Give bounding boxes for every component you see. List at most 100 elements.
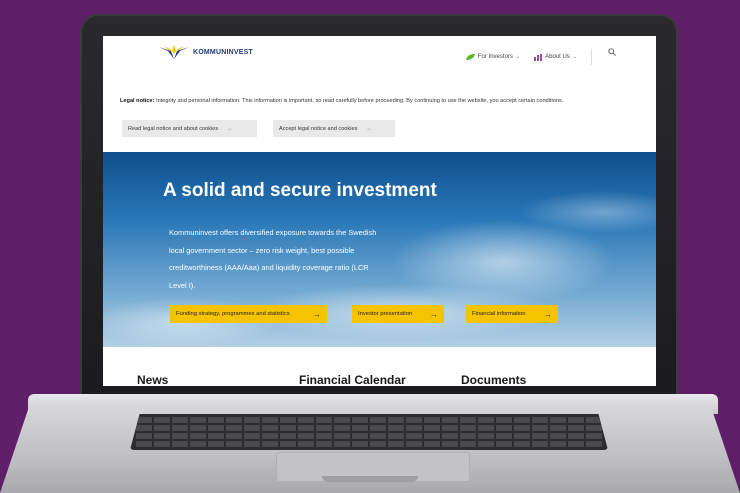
keyboard-key bbox=[190, 441, 206, 447]
hero-title: A solid and secure investment bbox=[163, 180, 437, 201]
keyboard-key bbox=[496, 433, 512, 439]
keyboard-key bbox=[370, 433, 386, 439]
leaf-icon bbox=[465, 54, 475, 60]
hero-description: Kommuninvest offers diversified exposure… bbox=[169, 228, 377, 290]
keyboard-key bbox=[370, 417, 386, 423]
keyboard-key bbox=[442, 441, 458, 447]
arrow-right-icon: → bbox=[226, 125, 233, 132]
keyboard-key bbox=[496, 417, 512, 423]
keyboard-key bbox=[550, 425, 566, 431]
keyboard-key bbox=[280, 417, 296, 423]
nav-label-about-us: About Us bbox=[545, 54, 570, 60]
keyboard-key bbox=[334, 433, 350, 439]
keyboard-key bbox=[532, 425, 548, 431]
investor-presentation-label: Investor presentation bbox=[358, 311, 413, 317]
content-sections: News Financial Calendar Documents bbox=[103, 347, 656, 386]
keyboard-key bbox=[352, 441, 368, 447]
nav-divider bbox=[591, 49, 592, 65]
keyboard-key bbox=[478, 425, 494, 431]
financial-information-label: Financial information bbox=[472, 311, 526, 317]
keyboard-key bbox=[244, 433, 260, 439]
logo-text: KOMMUNINVEST bbox=[193, 48, 253, 56]
keyboard-key bbox=[262, 433, 278, 439]
keyboard-key bbox=[136, 425, 152, 431]
legal-notice-text: Integrity and personal information. This… bbox=[156, 98, 564, 104]
keyboard-key bbox=[352, 433, 368, 439]
keyboard-key bbox=[424, 441, 440, 447]
keyboard-key bbox=[316, 441, 332, 447]
keyboard-key bbox=[370, 425, 386, 431]
search-icon[interactable] bbox=[608, 48, 616, 56]
hero-banner: A solid and secure investment Kommuninve… bbox=[103, 152, 656, 347]
keyboard-key bbox=[550, 417, 566, 423]
arrow-right-icon: → bbox=[313, 309, 321, 319]
keyboard-key bbox=[172, 425, 188, 431]
keyboard-key bbox=[424, 425, 440, 431]
chevron-down-icon: ⌄ bbox=[572, 54, 577, 60]
keyboard-key bbox=[460, 441, 476, 447]
keyboard-key bbox=[280, 425, 296, 431]
main-nav: For Investors ⌄ About Us ⌄ bbox=[465, 49, 592, 65]
keyboard-key bbox=[568, 417, 584, 423]
keyboard-key bbox=[586, 441, 602, 447]
keyboard-key bbox=[586, 433, 602, 439]
kommuninvest-logo-icon bbox=[159, 45, 189, 59]
read-legal-notice-button[interactable]: Read legal notice and about cookies → bbox=[122, 120, 257, 137]
keyboard-key bbox=[532, 417, 548, 423]
keyboard-key bbox=[298, 433, 314, 439]
keyboard-key bbox=[244, 425, 260, 431]
keyboard-key bbox=[478, 433, 494, 439]
funding-strategy-label: Funding strategy, programmes and statist… bbox=[176, 311, 290, 317]
keyboard-key bbox=[244, 417, 260, 423]
browser-viewport: KOMMUNINVEST For Investors ⌄ About Us ⌄ bbox=[103, 36, 656, 386]
accept-legal-notice-button[interactable]: Accept legal notice and cookies → bbox=[273, 120, 395, 137]
keyboard-key bbox=[280, 433, 296, 439]
keyboard-key bbox=[316, 433, 332, 439]
keyboard-key bbox=[262, 441, 278, 447]
keyboard-key bbox=[190, 425, 206, 431]
keyboard-key bbox=[334, 441, 350, 447]
keyboard-key bbox=[496, 441, 512, 447]
financial-calendar-heading[interactable]: Financial Calendar bbox=[299, 373, 406, 386]
accept-legal-notice-label: Accept legal notice and cookies bbox=[279, 125, 358, 132]
keyboard-key bbox=[172, 433, 188, 439]
laptop-keyboard bbox=[130, 414, 608, 450]
keyboard-key bbox=[172, 417, 188, 423]
keyboard-key bbox=[586, 425, 602, 431]
news-heading[interactable]: News bbox=[137, 373, 168, 386]
financial-information-button[interactable]: Financial information → bbox=[466, 305, 558, 323]
keyboard-key bbox=[406, 417, 422, 423]
keyboard-key bbox=[280, 441, 296, 447]
keyboard-key bbox=[370, 441, 386, 447]
legal-notice-actions: Read legal notice and about cookies → Ac… bbox=[122, 120, 395, 137]
keyboard-key bbox=[568, 425, 584, 431]
keyboard-key bbox=[406, 441, 422, 447]
site-logo[interactable]: KOMMUNINVEST bbox=[159, 45, 253, 59]
keyboard-key bbox=[514, 441, 530, 447]
keyboard-key bbox=[424, 433, 440, 439]
documents-heading[interactable]: Documents bbox=[461, 373, 526, 386]
keyboard-key bbox=[388, 425, 404, 431]
investor-presentation-button[interactable]: Investor presentation → bbox=[352, 305, 444, 323]
nav-item-about-us[interactable]: About Us ⌄ bbox=[534, 53, 577, 61]
keyboard-key bbox=[334, 417, 350, 423]
keyboard-key bbox=[226, 433, 242, 439]
funding-strategy-button[interactable]: Funding strategy, programmes and statist… bbox=[170, 305, 327, 323]
keyboard-key bbox=[460, 433, 476, 439]
read-legal-notice-label: Read legal notice and about cookies bbox=[128, 125, 219, 132]
nav-item-for-investors[interactable]: For Investors ⌄ bbox=[465, 54, 521, 60]
keyboard-key bbox=[154, 425, 170, 431]
keyboard-key bbox=[442, 417, 458, 423]
hero-actions: Funding strategy, programmes and statist… bbox=[103, 305, 656, 323]
site-header: KOMMUNINVEST For Investors ⌄ About Us ⌄ bbox=[103, 36, 656, 74]
laptop-notch bbox=[322, 476, 418, 482]
keyboard-key bbox=[388, 433, 404, 439]
keyboard-key bbox=[568, 441, 584, 447]
keyboard-key bbox=[298, 417, 314, 423]
keyboard-key bbox=[226, 425, 242, 431]
keyboard-key bbox=[190, 433, 206, 439]
keyboard-key bbox=[154, 441, 170, 447]
keyboard-key bbox=[334, 425, 350, 431]
chevron-down-icon: ⌄ bbox=[515, 54, 521, 60]
keyboard-key bbox=[406, 433, 422, 439]
